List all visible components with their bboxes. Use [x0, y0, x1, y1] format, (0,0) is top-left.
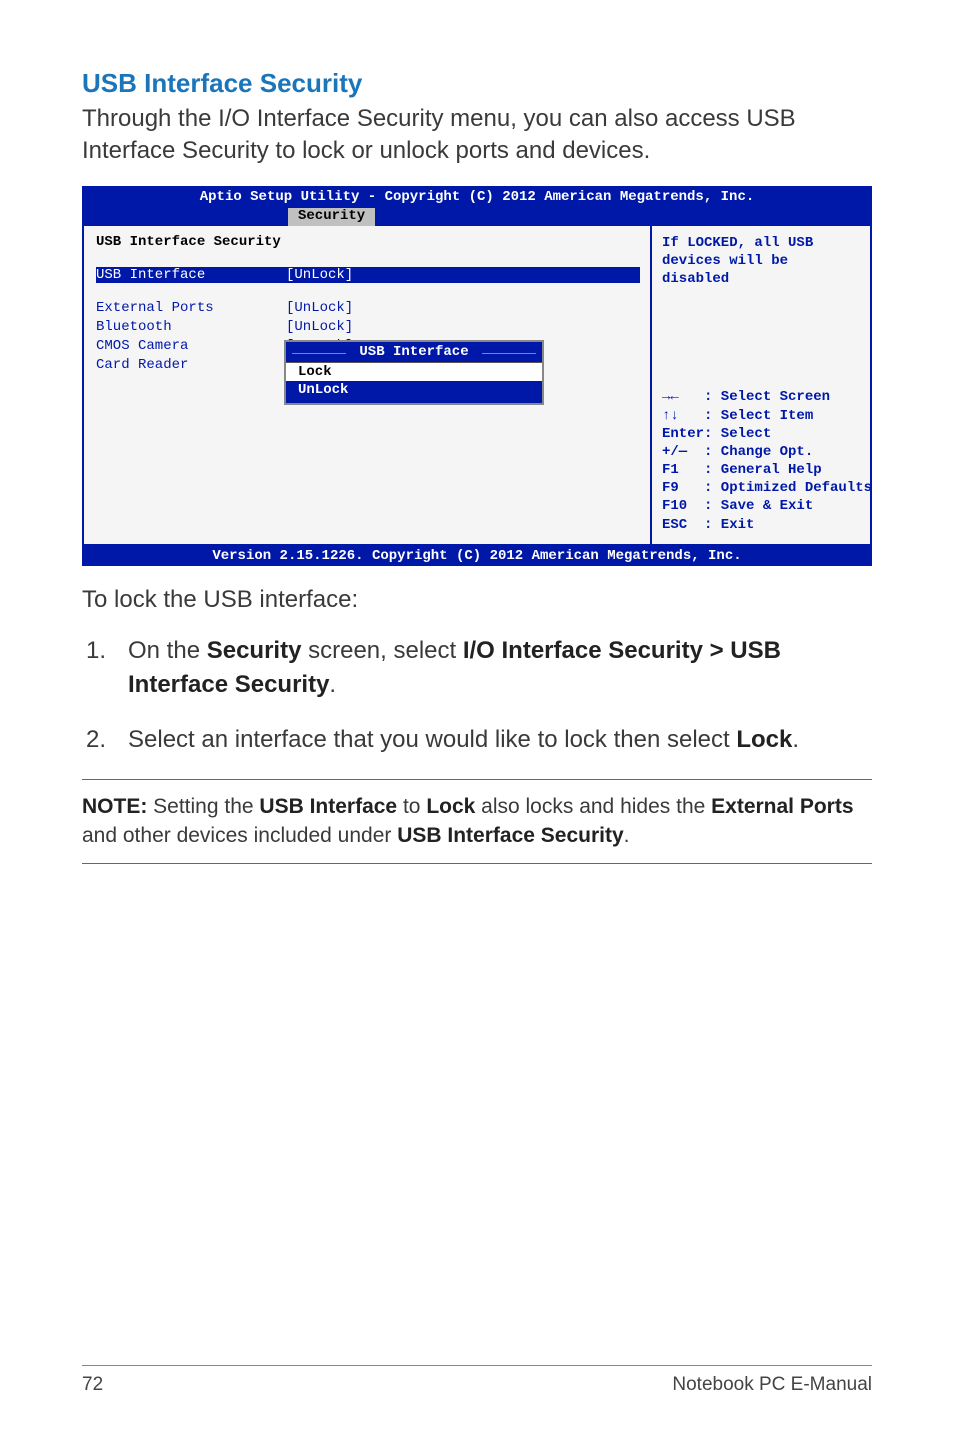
- note-text: also locks and hides the: [475, 795, 711, 818]
- note-text: to: [397, 795, 426, 818]
- page-footer: 72 Notebook PC E-Manual: [82, 1365, 872, 1396]
- instruction-lead: To lock the USB interface:: [82, 584, 872, 616]
- list-number: 2.: [82, 723, 128, 757]
- bios-row-label: External Ports: [96, 300, 286, 316]
- bios-legend-line: F9 : Optimized Defaults: [662, 479, 862, 497]
- list-bold-text: Security: [207, 637, 302, 664]
- bios-legend-line: F10 : Save & Exit: [662, 497, 862, 515]
- bios-row-label: CMOS Camera: [96, 338, 286, 354]
- note-bold-text: USB Interface Security: [397, 824, 623, 847]
- list-item: 1. On the Security screen, select I/O In…: [82, 634, 872, 701]
- bios-popup-item-lock: Lock: [286, 363, 542, 381]
- bios-footer: Version 2.15.1226. Copyright (C) 2012 Am…: [82, 546, 872, 566]
- note-bold-text: USB Interface: [259, 795, 397, 818]
- bios-popup-item-unlock: UnLock: [286, 381, 542, 399]
- note-text: Setting the: [147, 795, 259, 818]
- bios-title-text: Aptio Setup Utility - Copyright (C) 2012…: [200, 189, 755, 205]
- bios-title-bar: Aptio Setup Utility - Copyright (C) 2012…: [82, 186, 872, 226]
- bios-row-label: USB Interface: [96, 267, 286, 283]
- list-item: 2. Select an interface that you would li…: [82, 723, 872, 757]
- page-number: 72: [82, 1374, 103, 1396]
- list-bold-text: Lock: [736, 726, 792, 753]
- bios-popup-title: USB Interface: [286, 344, 542, 363]
- list-number: 1.: [82, 634, 128, 701]
- bios-legend-line: F1 : General Help: [662, 461, 862, 479]
- bios-legend-line: +/— : Change Opt.: [662, 443, 862, 461]
- bios-row-value: [UnLock]: [286, 319, 353, 335]
- bios-tab-security: Security: [288, 208, 375, 226]
- bios-left-pane: USB Interface Security USB Interface [Un…: [84, 226, 652, 544]
- list-text: screen, select: [301, 637, 462, 664]
- manual-title: Notebook PC E-Manual: [672, 1374, 872, 1396]
- note-bold-text: Lock: [426, 795, 475, 818]
- note-label: NOTE:: [82, 795, 147, 818]
- bios-row-value: [UnLock]: [286, 300, 353, 316]
- list-text: .: [329, 671, 336, 698]
- bios-row-label: Card Reader: [96, 357, 286, 373]
- bios-help-pane: If LOCKED, all USB devices will be disab…: [652, 226, 870, 544]
- bios-legend-line: Enter: Select: [662, 425, 862, 443]
- bios-legend-line: ↑↓ : Select Item: [662, 407, 862, 425]
- bios-help-text: If LOCKED, all USB devices will be disab…: [662, 234, 862, 289]
- bios-row-value: [UnLock]: [286, 267, 353, 283]
- list-text: Select an interface that you would like …: [128, 726, 736, 753]
- section-heading: USB Interface Security: [82, 68, 872, 99]
- bios-screenshot: Aptio Setup Utility - Copyright (C) 2012…: [82, 186, 872, 566]
- note-bold-text: External Ports: [711, 795, 853, 818]
- note-box: NOTE: Setting the USB Interface to Lock …: [82, 779, 872, 864]
- bios-section-title: USB Interface Security: [96, 234, 286, 250]
- bios-popup: USB Interface Lock UnLock: [284, 340, 544, 405]
- bios-row-label: Bluetooth: [96, 319, 286, 335]
- note-text: and other devices included under: [82, 824, 397, 847]
- numbered-list: 1. On the Security screen, select I/O In…: [82, 634, 872, 757]
- bios-legend-line: ESC : Exit: [662, 516, 862, 534]
- intro-paragraph: Through the I/O Interface Security menu,…: [82, 103, 872, 168]
- list-text: On the: [128, 637, 207, 664]
- note-text: .: [624, 824, 630, 847]
- bios-legend-line: →← : Select Screen: [662, 388, 862, 406]
- list-text: .: [792, 726, 799, 753]
